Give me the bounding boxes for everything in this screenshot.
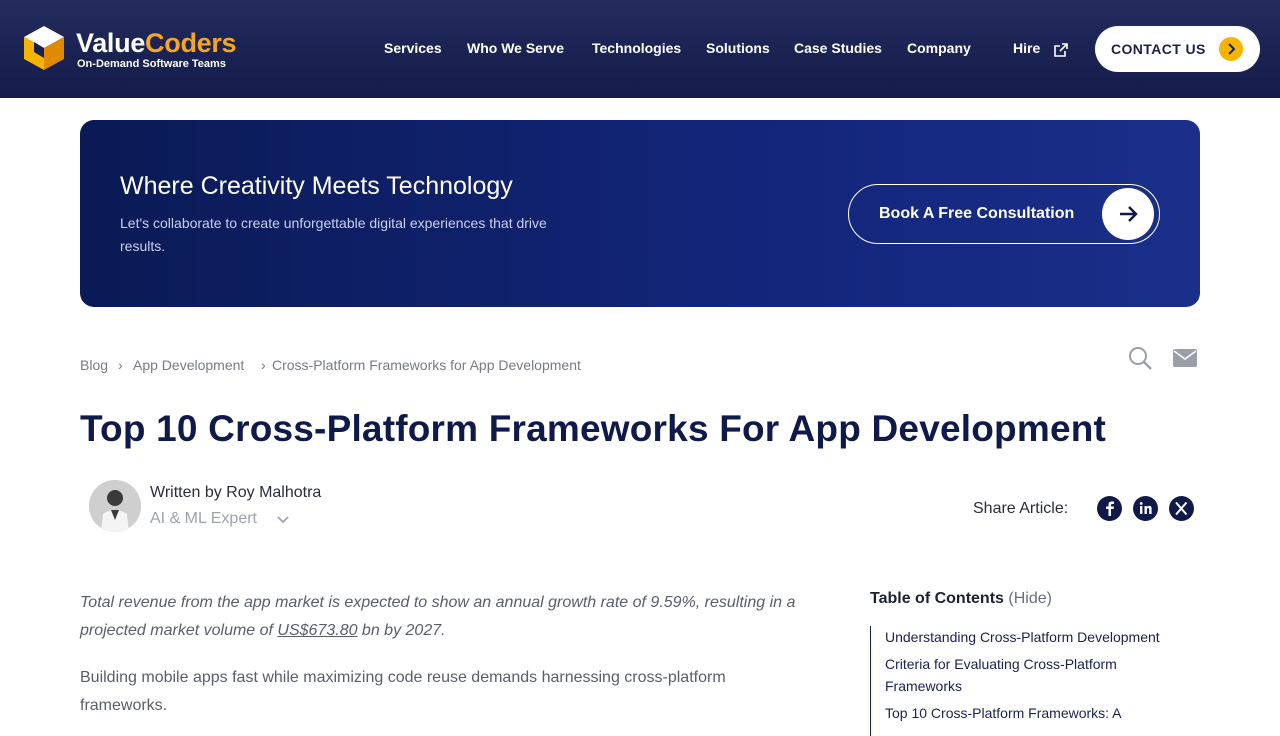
book-consultation-label: Book A Free Consultation: [879, 205, 1075, 222]
search-icon[interactable]: [1127, 345, 1153, 371]
breadcrumb-current: Cross-Platform Frameworks for App Develo…: [272, 357, 581, 373]
nav-who-we-serve[interactable]: Who We Serve: [467, 40, 564, 56]
nav-technologies[interactable]: Technologies: [592, 40, 681, 56]
toc-hide-toggle[interactable]: (Hide): [1008, 590, 1052, 607]
share-label: Share Article:: [973, 500, 1069, 517]
intro-paragraph: Total revenue from the app market is exp…: [80, 594, 796, 639]
external-link-icon: [1054, 43, 1068, 57]
market-volume-link[interactable]: US$673.80: [277, 622, 357, 639]
chevron-right-icon: [1219, 37, 1243, 61]
page-title: Top 10 Cross-Platform Frameworks For App…: [80, 408, 1107, 449]
breadcrumb-separator: ›: [261, 357, 266, 373]
logo-cube-icon: [24, 26, 64, 70]
nav-services[interactable]: Services: [384, 40, 442, 56]
body-paragraph: Building mobile apps fast while maximizi…: [80, 669, 726, 714]
facebook-icon[interactable]: [1097, 496, 1122, 521]
breadcrumb-blog[interactable]: Blog: [80, 357, 108, 373]
nav-solutions[interactable]: Solutions: [706, 40, 770, 56]
nav-company[interactable]: Company: [907, 40, 971, 56]
toc-item[interactable]: Criteria for Evaluating Cross-Platform F…: [885, 653, 1195, 697]
contact-us-button[interactable]: CONTACT US: [1095, 26, 1260, 72]
x-icon[interactable]: [1169, 496, 1194, 521]
consultation-banner: Where Creativity Meets Technology Let's …: [80, 120, 1200, 307]
toc-item[interactable]: Understanding Cross-Platform Development: [885, 626, 1195, 648]
breadcrumb-separator: ›: [118, 357, 123, 373]
arrow-right-icon: [1102, 188, 1154, 240]
author-name: Written by Roy Malhotra: [150, 484, 322, 501]
banner-title: Where Creativity Meets Technology: [120, 172, 513, 200]
contact-us-label: CONTACT US: [1111, 41, 1206, 57]
book-consultation-button[interactable]: Book A Free Consultation: [848, 184, 1160, 244]
nav-hire[interactable]: Hire: [1013, 40, 1040, 56]
author-avatar[interactable]: [89, 480, 141, 532]
breadcrumb-app-development[interactable]: App Development: [133, 357, 244, 373]
author-role[interactable]: AI & ML Expert: [150, 510, 257, 528]
linkedin-icon[interactable]: [1133, 496, 1158, 521]
chevron-down-icon[interactable]: [276, 514, 290, 526]
nav-case-studies[interactable]: Case Studies: [794, 40, 882, 56]
toc-item[interactable]: Top 10 Cross-Platform Frameworks: A: [885, 702, 1195, 724]
valuecoders-logo[interactable]: ValueCoders On-Demand Software Teams: [20, 24, 250, 74]
logo-tagline: On-Demand Software Teams: [77, 58, 226, 70]
site-header: ValueCoders On-Demand Software Teams Ser…: [0, 0, 1280, 98]
banner-subtitle: Let's collaborate to create unforgettabl…: [120, 215, 547, 254]
logo-wordmark: ValueCoders: [76, 28, 237, 58]
mail-icon[interactable]: [1172, 348, 1198, 368]
toc-header: Table of Contents (Hide): [870, 590, 1052, 607]
